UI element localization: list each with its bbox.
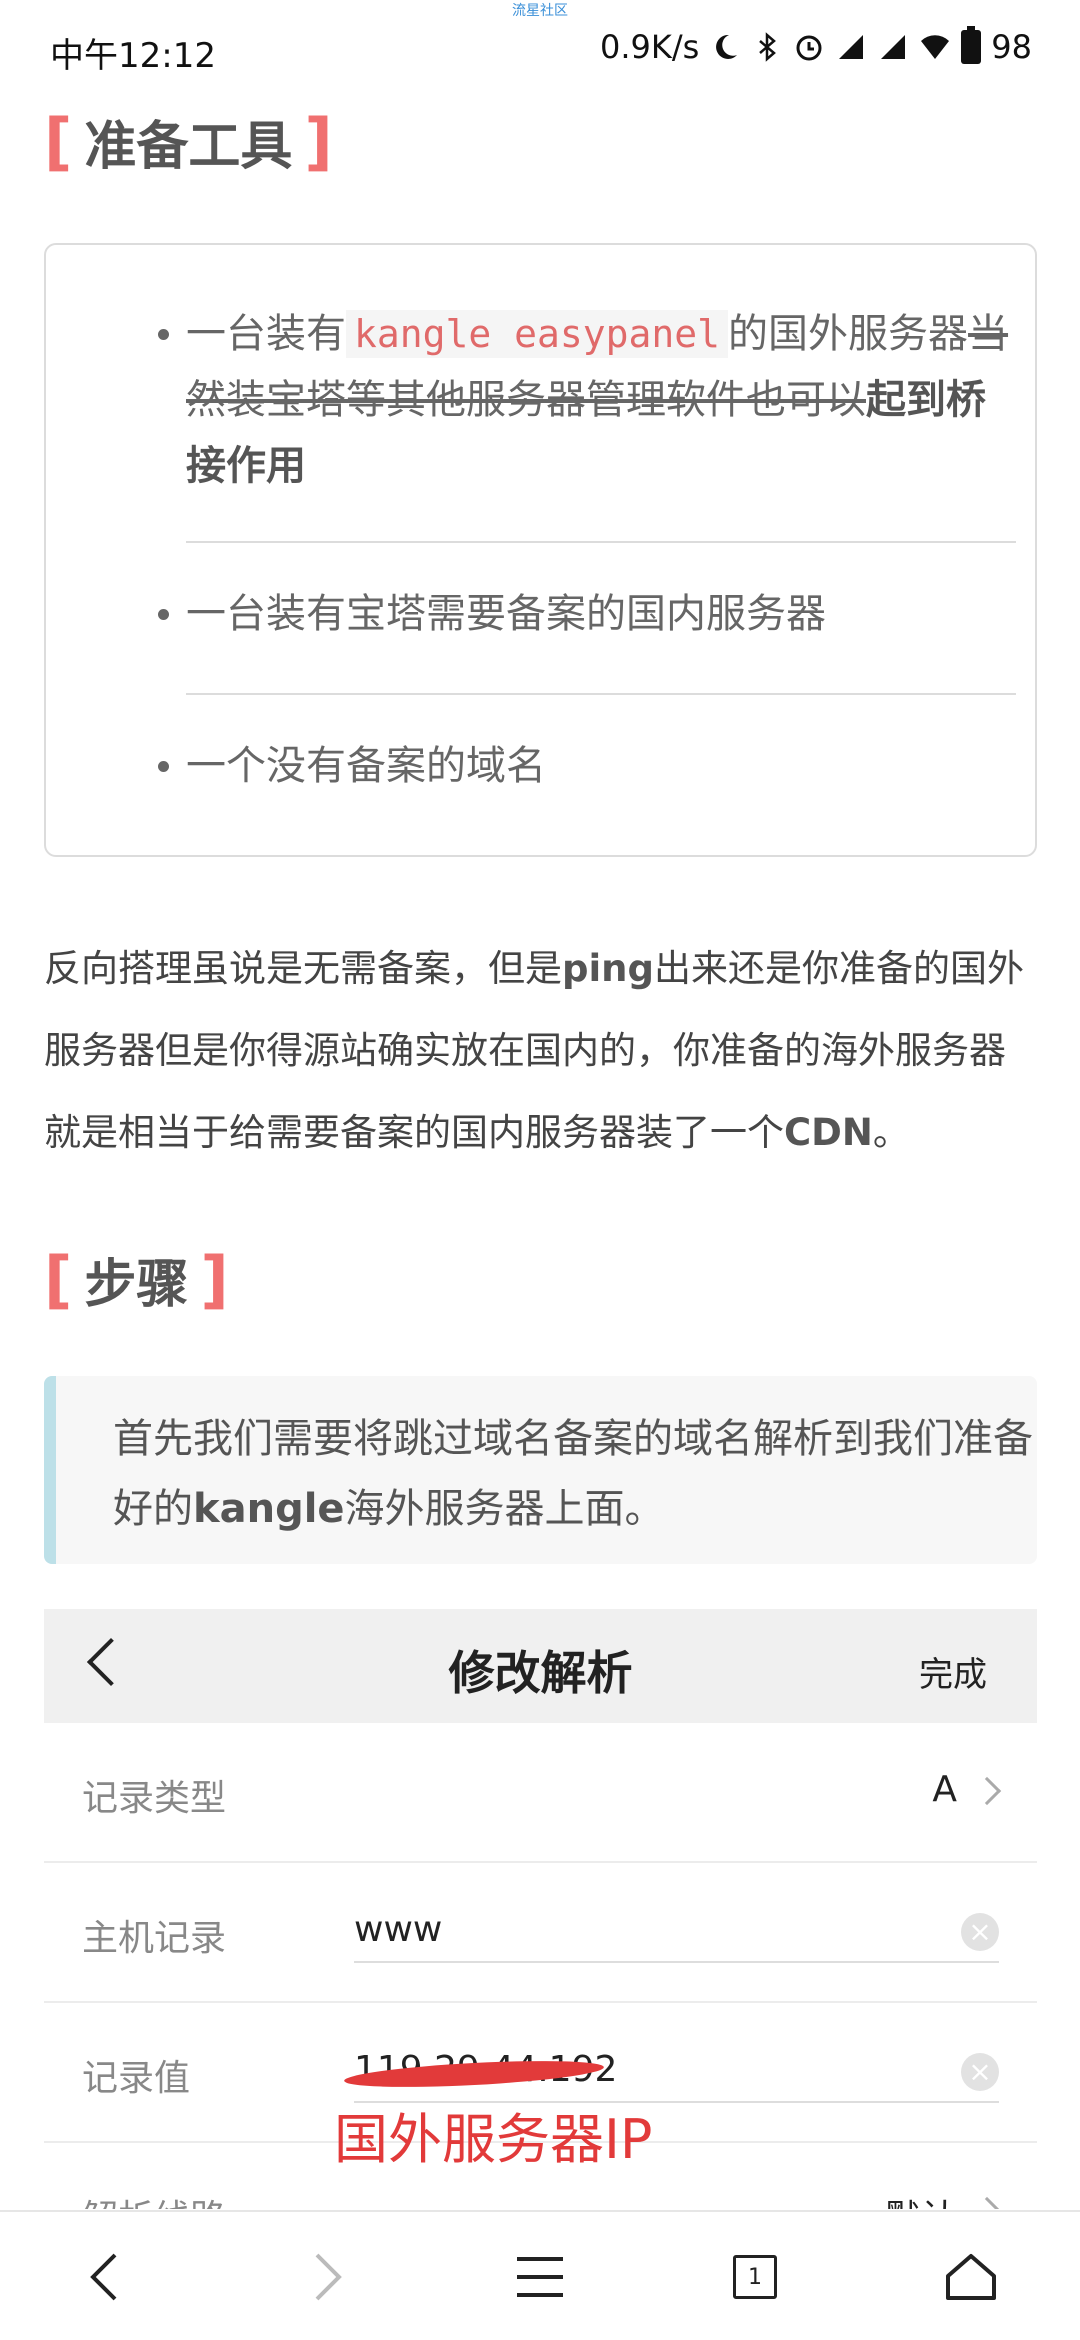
embedded-screenshot: 修改解析 完成 记录类型 A 主机记录 www × 记录值 119.29.44.… <box>44 1609 1037 2209</box>
tabs-button[interactable]: 1 <box>720 2242 790 2312</box>
back-button[interactable] <box>70 2242 140 2312</box>
home-button[interactable] <box>936 2242 1006 2312</box>
status-time: 中午12:12 <box>50 36 216 76</box>
bold-text: kangle <box>193 1486 345 1532</box>
blockquote: 首先我们需要将跳过域名备案的域名解析到我们准备好的kangle海外服务器上面。 <box>44 1376 1037 1564</box>
wifi-icon <box>921 35 950 59</box>
menu-button[interactable] <box>505 2242 575 2312</box>
divider <box>186 541 1016 543</box>
form-label: 主机记录 <box>82 1918 227 1959</box>
item-text: 一个没有备案的域名 <box>186 743 546 789</box>
home-icon <box>946 2254 996 2300</box>
tools-list: 一台装有 kangle easypanel 的国外服务器当然装宝塔等其他服务器管理软… <box>44 243 1037 857</box>
menu-icon <box>517 2257 563 2297</box>
divider <box>186 693 1016 695</box>
embedded-header: 修改解析 完成 <box>44 1609 1037 1723</box>
form-row-host: 主机记录 www × <box>44 1863 1037 2003</box>
bold-text: CDN <box>784 1111 873 1154</box>
embedded-title: 修改解析 <box>448 1646 633 1700</box>
item-text: 一台装有宝塔需要备案的国内服务器 <box>186 591 826 637</box>
item-prefix: 一台装有 <box>186 311 346 357</box>
status-icons: 0.9K/s 98 <box>599 26 1032 66</box>
signal-icon-2 <box>881 35 906 59</box>
bullet-icon <box>158 761 169 772</box>
clear-icon: × <box>961 2053 999 2091</box>
section-title-text: 步骤 <box>84 1255 189 1315</box>
form-value: 默认 <box>885 2189 957 2209</box>
list-item: 一台装有 kangle easypanel 的国外服务器当然装宝塔等其他服务器管理软… <box>158 301 1016 499</box>
form-label: 记录类型 <box>82 1778 227 1819</box>
inline-code: kangle easypanel <box>346 310 729 358</box>
status-bar: 流星社区 中午12:12 0.9K/s 98 <box>0 0 1080 96</box>
forward-button[interactable] <box>292 2242 362 2312</box>
moon-icon <box>716 34 738 59</box>
network-speed: 0.9K/s <box>599 28 700 66</box>
form-value: A <box>932 1769 957 1810</box>
form-value: www <box>354 1901 999 1963</box>
form-label: 解析线路 <box>82 2189 226 2209</box>
signal-icon-1 <box>839 35 864 59</box>
section-title-tools: [ 准备工具 ] <box>44 104 333 179</box>
alarm-icon <box>796 35 822 61</box>
done-label: 完成 <box>919 1655 987 1695</box>
watermark: 流星社区 <box>512 3 568 19</box>
bullet-icon <box>158 329 169 340</box>
bracket-left: [ <box>44 105 73 178</box>
list-item: 一台装有宝塔需要备案的国内服务器 <box>158 581 1016 647</box>
battery-icon <box>961 26 982 64</box>
bracket-right: ] <box>200 1243 229 1316</box>
browser-navbar: 1 <box>0 2210 1080 2340</box>
chevron-left-icon <box>90 2253 117 2301</box>
bracket-left: [ <box>44 1243 73 1316</box>
item-mid: 的国外服务器 <box>728 311 969 357</box>
bracket-right: ] <box>304 105 333 178</box>
chevron-right-icon <box>972 2196 1002 2209</box>
clear-icon: × <box>961 1913 999 1951</box>
bullet-icon <box>158 609 169 620</box>
form-label: 记录值 <box>82 2058 191 2099</box>
section-title-steps: [ 步骤 ] <box>44 1242 229 1317</box>
list-item: 一个没有备案的域名 <box>158 733 1016 799</box>
chevron-right-icon <box>315 2253 342 2301</box>
battery-level: 98 <box>991 28 1032 66</box>
bluetooth-icon <box>759 32 777 62</box>
section-title-text: 准备工具 <box>84 117 293 177</box>
paragraph-text: 。 <box>872 1111 910 1154</box>
chevron-right-icon <box>972 1776 1002 1806</box>
quote-text: 海外服务器上面。 <box>344 1486 665 1532</box>
tabs-icon: 1 <box>733 2255 777 2299</box>
form-row-record-type: 记录类型 A <box>44 1723 1037 1863</box>
annotation-text: 国外服务器IP <box>334 2108 653 2171</box>
paragraph-text: 反向搭理虽说是无需备案，但是 <box>44 947 562 990</box>
body-paragraph: 反向搭理虽说是无需备案，但是ping出来还是你准备的国外服务器但是你得源站确实放… <box>44 928 1034 1174</box>
bold-text: ping <box>562 947 654 990</box>
